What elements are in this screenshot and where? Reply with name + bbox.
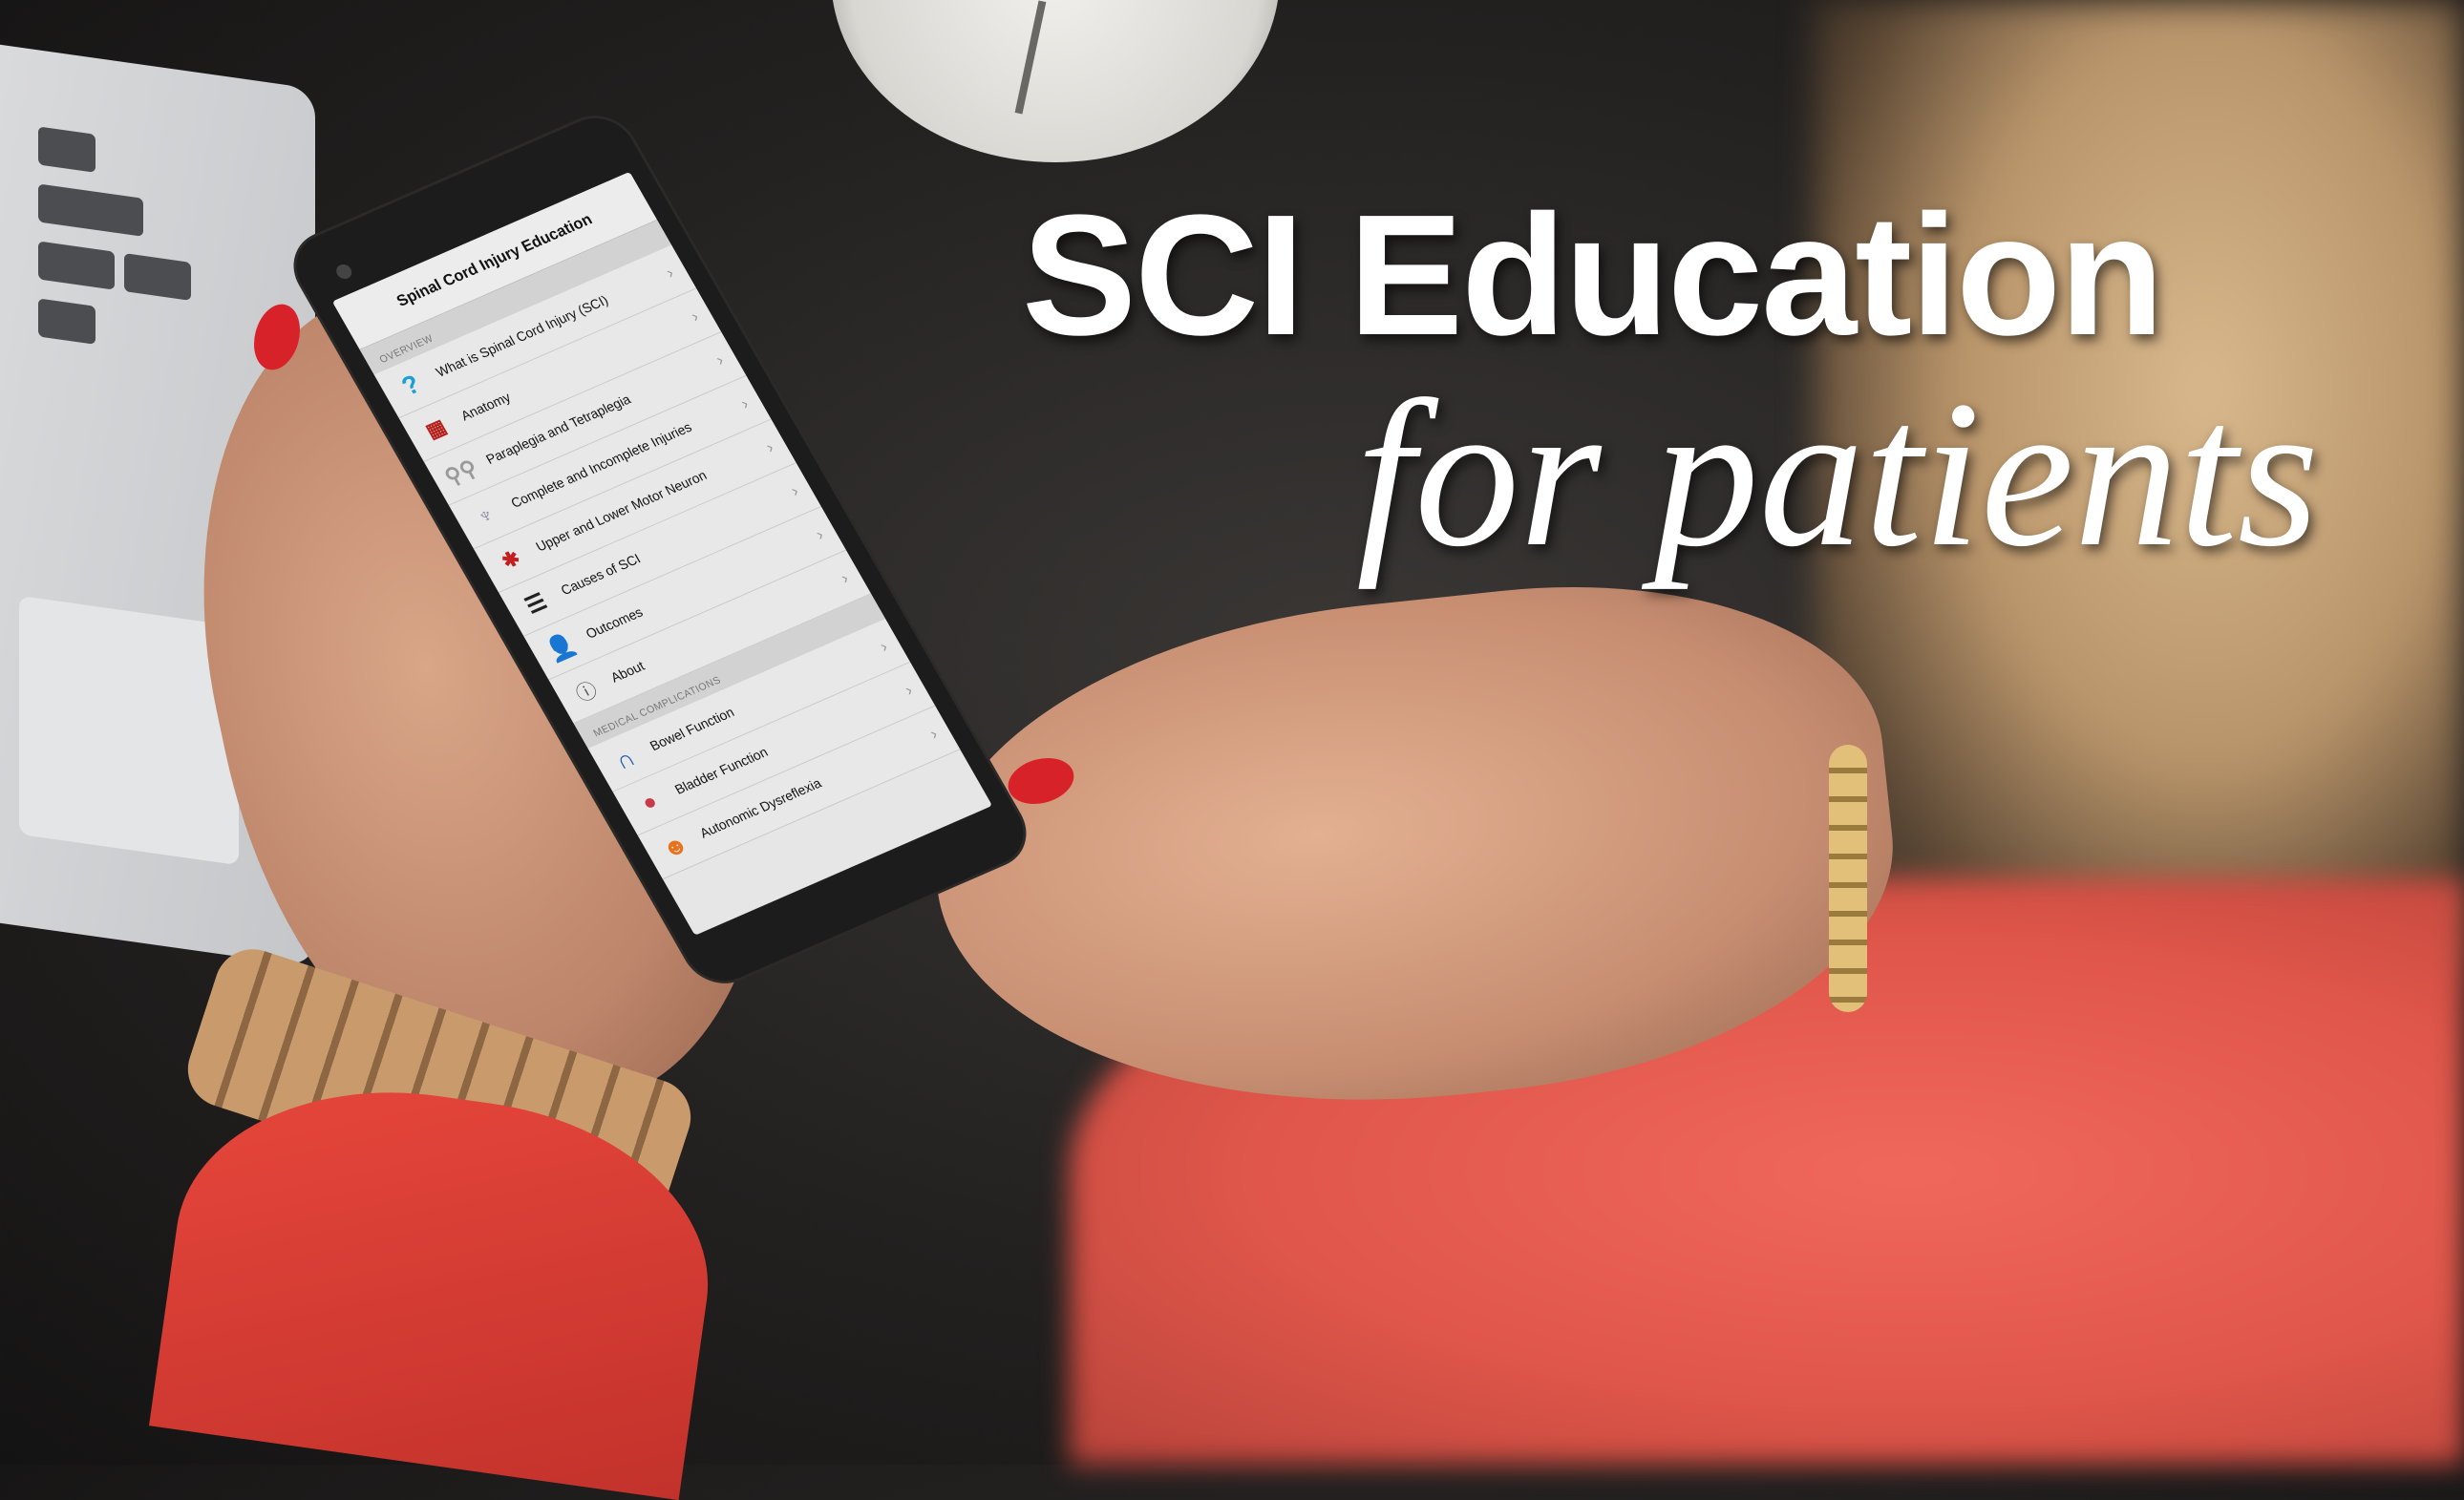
dysreflexia-icon: ☻ xyxy=(656,828,693,864)
chevron-right-icon: › xyxy=(876,636,891,656)
clock xyxy=(831,0,1280,162)
chevron-right-icon: › xyxy=(837,568,852,587)
spine-icon: ▦ xyxy=(421,414,451,443)
bladder-icon: ● xyxy=(637,788,663,816)
question-icon: ? xyxy=(396,369,426,401)
body-figures-icon: ⚲⚲ xyxy=(439,454,482,491)
chevron-right-icon: › xyxy=(687,306,702,326)
bracelet xyxy=(1829,745,1867,1012)
list-icon: ☰ xyxy=(520,588,552,619)
laptop-key xyxy=(38,183,143,237)
headline-subtitle: for patients xyxy=(1356,357,2320,590)
info-icon: ⓘ xyxy=(571,677,602,707)
chevron-right-icon: › xyxy=(901,680,916,699)
headline-title: SCI Education xyxy=(1022,180,2164,371)
chevron-right-icon: › xyxy=(662,263,677,282)
person-icon: 👤 xyxy=(540,628,582,665)
chevron-right-icon: › xyxy=(812,524,827,543)
bowel-icon: ∩ xyxy=(609,743,640,775)
laptop-key xyxy=(38,298,96,345)
chevron-right-icon: › xyxy=(712,349,727,370)
chevron-right-icon: › xyxy=(762,437,777,456)
chevron-right-icon: › xyxy=(787,480,802,500)
nerves-icon: ♆ xyxy=(472,501,500,531)
laptop-key xyxy=(124,253,191,301)
laptop-key xyxy=(38,241,115,290)
chevron-right-icon: › xyxy=(736,393,752,412)
camera-icon xyxy=(333,262,355,282)
chevron-right-icon: › xyxy=(925,724,941,743)
laptop-key xyxy=(38,126,96,173)
neuron-icon: ✱ xyxy=(497,545,524,574)
